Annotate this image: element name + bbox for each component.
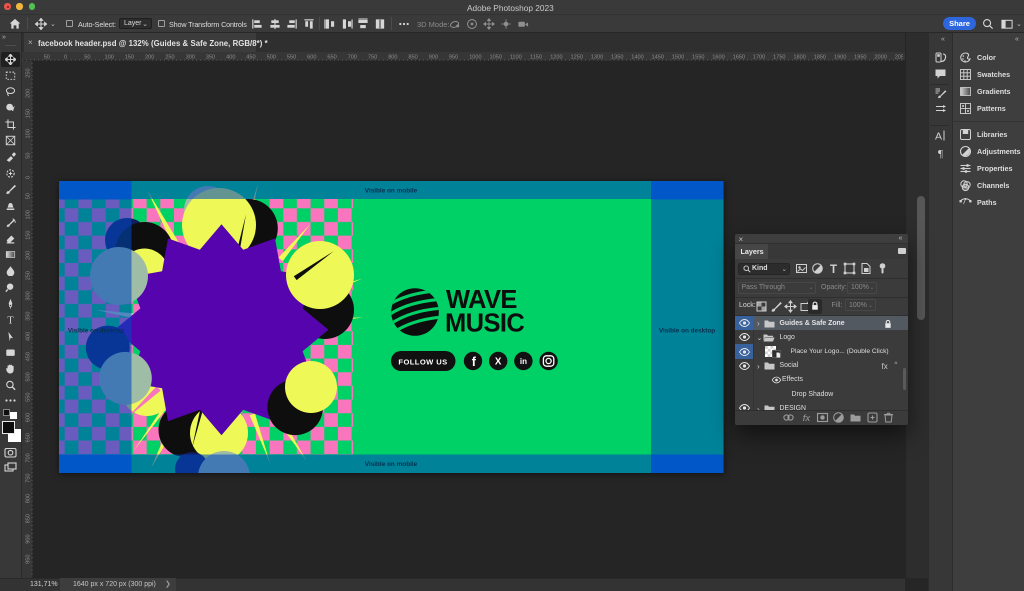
svg-text:100: 100	[26, 129, 32, 138]
svg-text:650: 650	[26, 433, 32, 442]
svg-text:200: 200	[26, 89, 32, 98]
svg-text:1050: 1050	[490, 55, 502, 61]
svg-text:1600: 1600	[712, 55, 724, 61]
svg-text:200: 200	[26, 251, 32, 260]
svg-text:800: 800	[26, 494, 32, 503]
svg-text:1950: 1950	[854, 55, 866, 61]
svg-text:1450: 1450	[652, 55, 664, 61]
svg-text:0: 0	[26, 176, 32, 179]
svg-text:100: 100	[26, 210, 32, 219]
svg-text:350: 350	[26, 311, 32, 320]
svg-text:600: 600	[26, 413, 32, 422]
svg-text:1100: 1100	[510, 55, 522, 61]
svg-text:150: 150	[26, 109, 32, 118]
svg-text:250: 250	[165, 55, 174, 61]
svg-text:50: 50	[26, 152, 32, 158]
svg-text:150: 150	[125, 55, 134, 61]
svg-text:250: 250	[26, 68, 32, 77]
svg-text:1400: 1400	[631, 55, 643, 61]
svg-text:500: 500	[267, 55, 276, 61]
svg-text:150: 150	[26, 230, 32, 239]
svg-text:1850: 1850	[814, 55, 826, 61]
svg-text:T: T	[830, 264, 837, 275]
svg-text:2000: 2000	[874, 55, 886, 61]
svg-text:1000: 1000	[469, 55, 481, 61]
svg-text:250: 250	[26, 271, 32, 280]
svg-text:0: 0	[64, 55, 67, 61]
svg-text:750: 750	[26, 474, 32, 483]
svg-text:Visible on desktop: Visible on desktop	[68, 328, 124, 335]
svg-text:1250: 1250	[571, 55, 583, 61]
svg-text:Visible on mobile: Visible on mobile	[365, 188, 418, 195]
svg-text:1300: 1300	[591, 55, 603, 61]
svg-text:T: T	[7, 316, 14, 326]
svg-text:in: in	[520, 357, 527, 366]
svg-text:450: 450	[246, 55, 255, 61]
svg-text:Visible on mobile: Visible on mobile	[365, 461, 418, 468]
svg-text:350: 350	[206, 55, 215, 61]
svg-text:950: 950	[449, 55, 458, 61]
svg-text:1750: 1750	[773, 55, 785, 61]
svg-text:300: 300	[186, 55, 195, 61]
svg-text:800: 800	[388, 55, 397, 61]
svg-text:200: 200	[145, 55, 154, 61]
svg-text:1650: 1650	[733, 55, 745, 61]
svg-text:1700: 1700	[753, 55, 765, 61]
svg-text:450: 450	[26, 352, 32, 361]
svg-text:600: 600	[307, 55, 316, 61]
svg-text:1800: 1800	[793, 55, 805, 61]
svg-text:X: X	[495, 357, 502, 368]
svg-text:1550: 1550	[692, 55, 704, 61]
svg-text:850: 850	[408, 55, 417, 61]
svg-text:50: 50	[26, 193, 32, 199]
svg-text:550: 550	[26, 393, 32, 402]
svg-text:¶: ¶	[938, 148, 943, 159]
svg-text:500: 500	[26, 372, 32, 381]
svg-text:1500: 1500	[672, 55, 684, 61]
svg-text:1350: 1350	[611, 55, 623, 61]
svg-text:A: A	[935, 130, 942, 142]
svg-text:900: 900	[429, 55, 438, 61]
svg-text:700: 700	[348, 55, 357, 61]
svg-text:850: 850	[26, 514, 32, 523]
svg-text:700: 700	[26, 453, 32, 462]
svg-text:FOLLOW US: FOLLOW US	[398, 357, 447, 366]
svg-text:400: 400	[26, 332, 32, 341]
svg-text:750: 750	[368, 55, 377, 61]
svg-text:950: 950	[26, 555, 32, 564]
svg-text:550: 550	[287, 55, 296, 61]
svg-text:100: 100	[105, 55, 114, 61]
svg-text:300: 300	[26, 291, 32, 300]
svg-text:1200: 1200	[550, 55, 562, 61]
svg-text:400: 400	[226, 55, 235, 61]
svg-text:fx: fx	[802, 413, 811, 424]
svg-text:900: 900	[26, 534, 32, 543]
svg-text:650: 650	[327, 55, 336, 61]
svg-text:Visible on desktop: Visible on desktop	[659, 328, 715, 335]
svg-text:1150: 1150	[530, 55, 542, 61]
svg-text:1900: 1900	[834, 55, 846, 61]
svg-text:MUSIC: MUSIC	[445, 309, 524, 337]
